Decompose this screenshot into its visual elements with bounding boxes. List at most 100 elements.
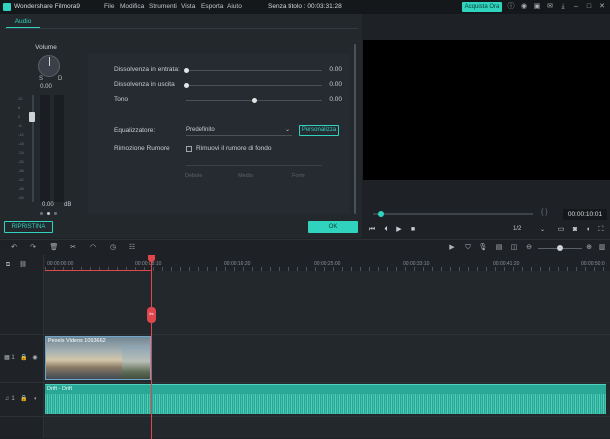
mark-in-out-icon[interactable]: { } bbox=[541, 209, 548, 216]
mail-icon[interactable]: ✉ bbox=[545, 2, 555, 12]
chevron-down-icon[interactable]: ⌄ bbox=[540, 226, 545, 233]
playhead-line[interactable] bbox=[151, 259, 152, 439]
clip-thumbnail bbox=[122, 345, 150, 379]
noise-level-strong: Forte bbox=[292, 173, 305, 179]
balance-knob[interactable] bbox=[38, 55, 60, 77]
speaker-icon[interactable]: ◖ bbox=[31, 395, 39, 403]
maximize-icon[interactable]: □ bbox=[584, 2, 594, 12]
chevron-down-icon: ⌄ bbox=[284, 127, 290, 133]
panel-scrollbar[interactable] bbox=[354, 44, 356, 214]
undo-icon[interactable]: ↶ bbox=[9, 243, 19, 253]
monitor-icon[interactable]: ▭ bbox=[556, 225, 566, 235]
meter-scale-label: -24 bbox=[18, 150, 24, 155]
zoom-in-icon[interactable]: ⊕ bbox=[584, 243, 594, 253]
previous-frame-icon[interactable]: ⏮ bbox=[367, 225, 377, 235]
save-icon[interactable]: ▣ bbox=[532, 2, 542, 12]
redo-icon[interactable]: ↷ bbox=[28, 243, 38, 253]
fullscreen-icon[interactable]: ⛶ bbox=[596, 225, 606, 235]
speed-icon[interactable]: ◠ bbox=[88, 243, 98, 253]
zoom-out-icon[interactable]: ⊖ bbox=[524, 243, 534, 253]
menu-strumenti[interactable]: Strumenti bbox=[149, 3, 177, 10]
meter-scale-label: -6 bbox=[18, 123, 22, 128]
marker-icon[interactable]: ⛉ bbox=[463, 243, 473, 253]
remove-noise-checkbox[interactable] bbox=[186, 146, 192, 152]
menu-esporta[interactable]: Esporta bbox=[201, 3, 223, 10]
link-icon[interactable]: ⛓ bbox=[19, 261, 27, 269]
volume-icon[interactable]: ◖ bbox=[583, 225, 593, 235]
volume-slider-handle[interactable] bbox=[29, 112, 35, 122]
preview-scrubber[interactable] bbox=[373, 213, 533, 215]
audio-settings-box: Dissolvenza in entrata: 0.00 Dissolvenza… bbox=[88, 54, 350, 214]
volume-value: 0.00 bbox=[42, 202, 54, 208]
meter-scale-label: 0 bbox=[18, 114, 21, 119]
menu-file[interactable]: File bbox=[104, 3, 114, 10]
fade-in-label: Dissolvenza in entrata: bbox=[114, 66, 180, 73]
reset-button[interactable]: RIPRISTINA bbox=[4, 221, 53, 233]
track-separator bbox=[0, 382, 610, 383]
minimize-icon[interactable]: – bbox=[571, 2, 581, 12]
close-icon[interactable]: ✕ bbox=[597, 2, 607, 12]
fade-in-slider[interactable] bbox=[186, 70, 322, 71]
level-meter-left bbox=[40, 95, 50, 202]
pitch-label: Tono bbox=[114, 96, 129, 103]
voiceover-icon[interactable]: ▤ bbox=[494, 243, 504, 253]
split-icon[interactable]: ✂ bbox=[68, 243, 78, 253]
pager-prev-icon[interactable] bbox=[40, 212, 43, 215]
ok-button[interactable]: OK bbox=[308, 221, 358, 233]
fade-out-slider-handle[interactable] bbox=[184, 83, 189, 88]
video-clip[interactable]: Pexels Videos 1093662 bbox=[45, 336, 151, 380]
meter-scale-label: -30 bbox=[18, 159, 24, 164]
remove-noise-checkbox-label[interactable]: Rimuovi il rumore di fondo bbox=[196, 145, 272, 152]
menu-modifica[interactable]: Modifica bbox=[120, 3, 144, 10]
snapshot-icon[interactable]: ◫ bbox=[509, 243, 519, 253]
meter-scale-label: -42 bbox=[18, 177, 24, 182]
eye-icon[interactable]: ◉ bbox=[31, 354, 39, 362]
audio-clip[interactable]: Drift - Drift bbox=[45, 384, 606, 414]
tab-audio[interactable]: Audio bbox=[6, 18, 40, 28]
delete-icon[interactable]: 🗑 bbox=[49, 243, 59, 253]
play-icon[interactable]: ▶ bbox=[394, 225, 404, 235]
lock-icon[interactable]: 🔒 bbox=[20, 354, 28, 362]
fade-in-slider-handle[interactable] bbox=[184, 68, 189, 73]
time-ruler[interactable]: 00:00:00:00 00:00:08:10 00:00:16:20 00:0… bbox=[45, 255, 610, 271]
meter-scale-label: -18 bbox=[18, 141, 24, 146]
pitch-slider-handle[interactable] bbox=[252, 98, 257, 103]
stop-icon[interactable]: ■ bbox=[408, 225, 418, 235]
fade-out-slider[interactable] bbox=[186, 85, 322, 86]
volume-label: Volume bbox=[35, 44, 57, 51]
menu-aiuto[interactable]: Aiuto bbox=[227, 3, 242, 10]
render-icon[interactable]: ▶ bbox=[447, 243, 457, 253]
volume-unit: dB bbox=[64, 202, 72, 208]
equalizer-select[interactable]: Predefinito ⌄ bbox=[186, 126, 292, 136]
customize-equalizer-button[interactable]: Personalizza bbox=[299, 125, 339, 136]
volume-section: Volume S D 0.00 12 6 0 -6 -12 -18 -24 -3… bbox=[8, 36, 84, 236]
timeline-settings-icon[interactable]: ▥ bbox=[597, 243, 607, 253]
ruler-progress bbox=[45, 270, 152, 271]
preview-scrubber-handle[interactable] bbox=[377, 211, 384, 217]
audio-mixer-icon[interactable]: ☷ bbox=[127, 243, 137, 253]
duration-icon[interactable]: ◷ bbox=[108, 243, 118, 253]
pager-current-icon[interactable] bbox=[47, 212, 50, 215]
download-icon[interactable]: ⤓ bbox=[558, 2, 568, 12]
balance-right-label: D bbox=[58, 76, 63, 82]
play-reverse-icon[interactable]: ⏴ bbox=[381, 225, 391, 235]
add-track-icon[interactable]: ⧉ bbox=[4, 261, 12, 269]
document-title: Senza titolo : 00:03:31:28 bbox=[268, 3, 342, 10]
snapshot-icon[interactable]: ◙ bbox=[570, 225, 580, 235]
zoom-slider-handle[interactable] bbox=[557, 245, 563, 251]
noise-level-weak: Debole bbox=[185, 173, 203, 179]
pager-next-icon[interactable] bbox=[54, 212, 57, 215]
split-marker-icon[interactable]: ✂ bbox=[147, 307, 156, 323]
microphone-icon[interactable]: 🎙 bbox=[478, 243, 488, 253]
lock-icon[interactable]: 🔒 bbox=[20, 395, 28, 403]
tab-divider bbox=[4, 28, 358, 29]
buy-now-button[interactable]: Acquista Ora bbox=[462, 2, 502, 12]
menu-vista[interactable]: Vista bbox=[181, 3, 195, 10]
equalizer-selected: Predefinito bbox=[186, 127, 215, 133]
info-icon[interactable]: ⓘ bbox=[506, 2, 516, 12]
preview-panel: { } 00:00:10:01 ⏮ ⏴ ▶ ■ 1/2 ⌄ ▭ ◙ ◖ ⛶ bbox=[363, 14, 610, 238]
playback-quality[interactable]: 1/2 bbox=[513, 226, 521, 232]
preview-video[interactable] bbox=[363, 40, 610, 180]
noise-level-slider[interactable] bbox=[186, 165, 322, 166]
account-icon[interactable]: ◉ bbox=[519, 2, 529, 12]
